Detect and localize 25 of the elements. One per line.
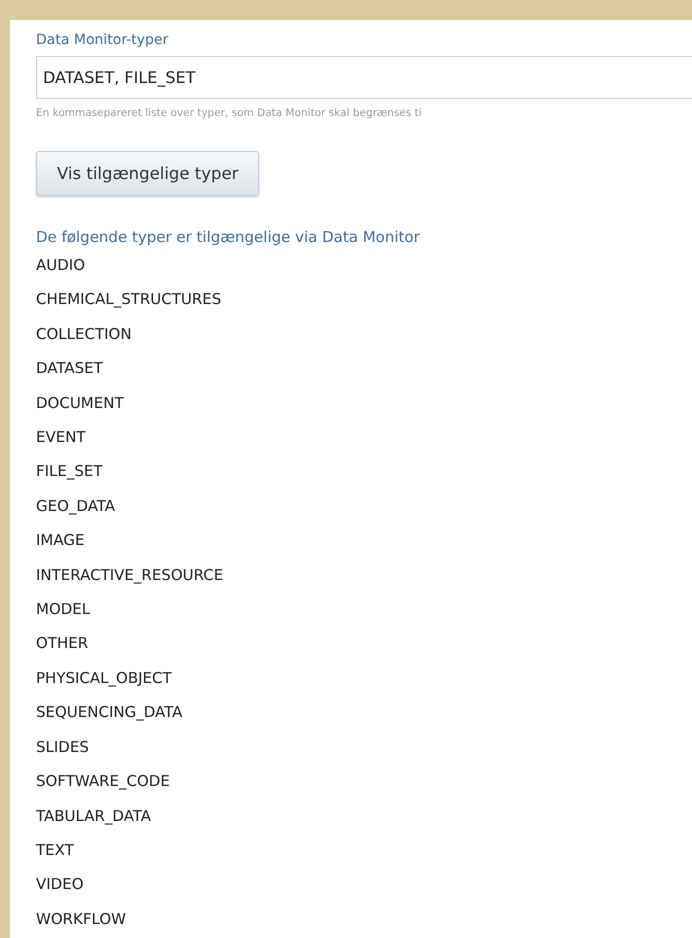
type-item: SOFTWARE_CODE: [36, 771, 170, 792]
type-item: TABULAR_DATA: [36, 806, 152, 826]
type-item: SEQUENCING_DATA: [36, 702, 182, 724]
show-types-button[interactable]: Vis tilgængelige typer: [36, 151, 260, 196]
field-hint: En kommasepareret liste over typer, som Data Monitor skal begrænses ti: [36, 107, 422, 119]
type-item: IMAGE: [36, 530, 84, 552]
type-item: PHYSICAL_OBJECT: [36, 668, 172, 689]
type-item: DOCUMENT: [36, 392, 124, 414]
type-item: FILE_SET: [36, 461, 103, 482]
field-label: Data Monitor-typer: [36, 31, 168, 50]
type-item: WORKFLOW: [36, 908, 126, 930]
type-item: AUDIO: [36, 255, 86, 276]
type-item: MODEL: [36, 599, 90, 620]
type-item: EVENT: [36, 427, 86, 448]
type-item: OTHER: [36, 633, 88, 654]
type-item: SLIDES: [36, 736, 89, 758]
type-item: VIDEO: [36, 874, 84, 896]
type-item: TEXT: [36, 840, 74, 861]
type-item: COLLECTION: [36, 324, 132, 345]
type-item: CHEMICAL_STRUCTURES: [36, 289, 222, 310]
type-item: DATASET: [36, 358, 103, 380]
types-heading: De følgende typer er tilgængelige via Data Monitor: [36, 227, 420, 248]
types-input-field[interactable]: DATASET, FILE_SET: [36, 56, 692, 99]
type-item: GEO_DATA: [36, 496, 116, 517]
type-item: INTERACTIVE_RESOURCE: [36, 564, 224, 586]
